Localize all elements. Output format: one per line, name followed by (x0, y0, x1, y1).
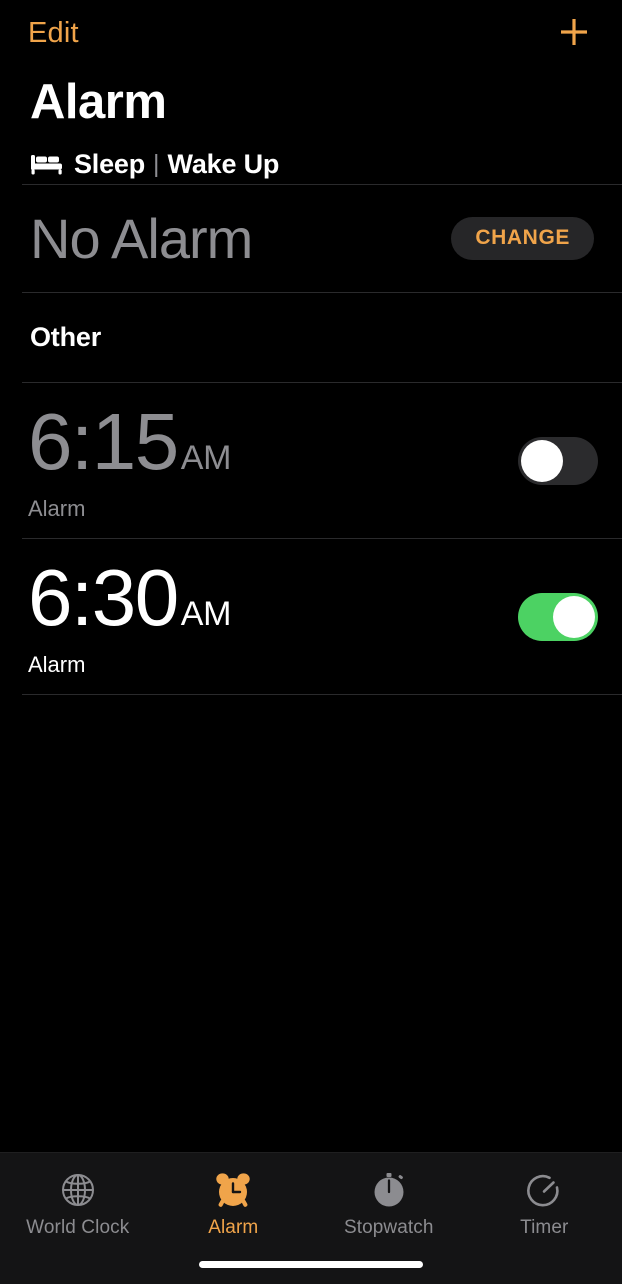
sleep-label: Sleep (74, 148, 146, 179)
timer-icon (522, 1167, 566, 1213)
add-alarm-button[interactable] (550, 8, 598, 56)
alarm-toggle-615[interactable] (518, 436, 598, 485)
alarm-time-digits: 6:15 (28, 396, 179, 486)
wake-up-label: Wake Up (167, 148, 280, 179)
alarm-row[interactable]: 6:30 AM Alarm (0, 539, 622, 694)
alarm-info: 6:30 AM Alarm (28, 552, 232, 678)
tab-timer[interactable]: Timer (467, 1167, 622, 1239)
alarm-info: 6:15 AM Alarm (28, 396, 232, 522)
alarm-time: 6:30 AM (28, 552, 232, 642)
tab-label-timer: Timer (520, 1217, 569, 1238)
change-button[interactable]: CHANGE (451, 217, 594, 260)
stopwatch-icon (367, 1167, 411, 1213)
tab-label-stopwatch: Stopwatch (343, 1217, 434, 1238)
tab-alarm[interactable]: Alarm (156, 1167, 312, 1239)
home-indicator (199, 1261, 423, 1268)
alarm-label: Alarm (28, 651, 86, 677)
tab-bar: World Clock Alarm Stopwatch Timer (0, 1152, 622, 1284)
alarm-screen: Edit Alarm Sleep | Wake Up No Alarm CHAN… (0, 0, 622, 1284)
no-alarm-text: No Alarm (30, 206, 253, 270)
sleep-wake-header[interactable]: Sleep | Wake Up (0, 130, 622, 184)
sleep-wake-divider: | (153, 149, 160, 178)
alarm-row[interactable]: 6:15 AM Alarm (0, 383, 622, 538)
globe-icon (56, 1167, 100, 1213)
sleep-wake-row[interactable]: No Alarm CHANGE (0, 185, 622, 292)
edit-button[interactable]: Edit (28, 16, 79, 50)
toggle-knob (553, 595, 595, 638)
tab-label-world-clock: World Clock (26, 1217, 130, 1238)
bed-icon (31, 155, 62, 175)
other-section-header: Other (30, 322, 102, 352)
alarm-label: Alarm (28, 495, 86, 521)
tab-label-alarm: Alarm (208, 1217, 259, 1238)
alarm-time: 6:15 AM (28, 396, 232, 486)
alarm-clock-icon (211, 1167, 255, 1213)
toggle-knob (521, 439, 563, 482)
alarm-time-digits: 6:30 (28, 552, 179, 642)
plus-icon (561, 19, 587, 45)
page-title: Alarm (30, 75, 167, 129)
alarm-time-period: AM (180, 438, 232, 477)
tab-world-clock[interactable]: World Clock (0, 1167, 156, 1239)
navigation-bar: Edit (0, 0, 622, 66)
tab-stopwatch[interactable]: Stopwatch (311, 1167, 467, 1239)
alarm-toggle-630[interactable] (518, 592, 598, 641)
alarm-time-period: AM (180, 594, 232, 633)
